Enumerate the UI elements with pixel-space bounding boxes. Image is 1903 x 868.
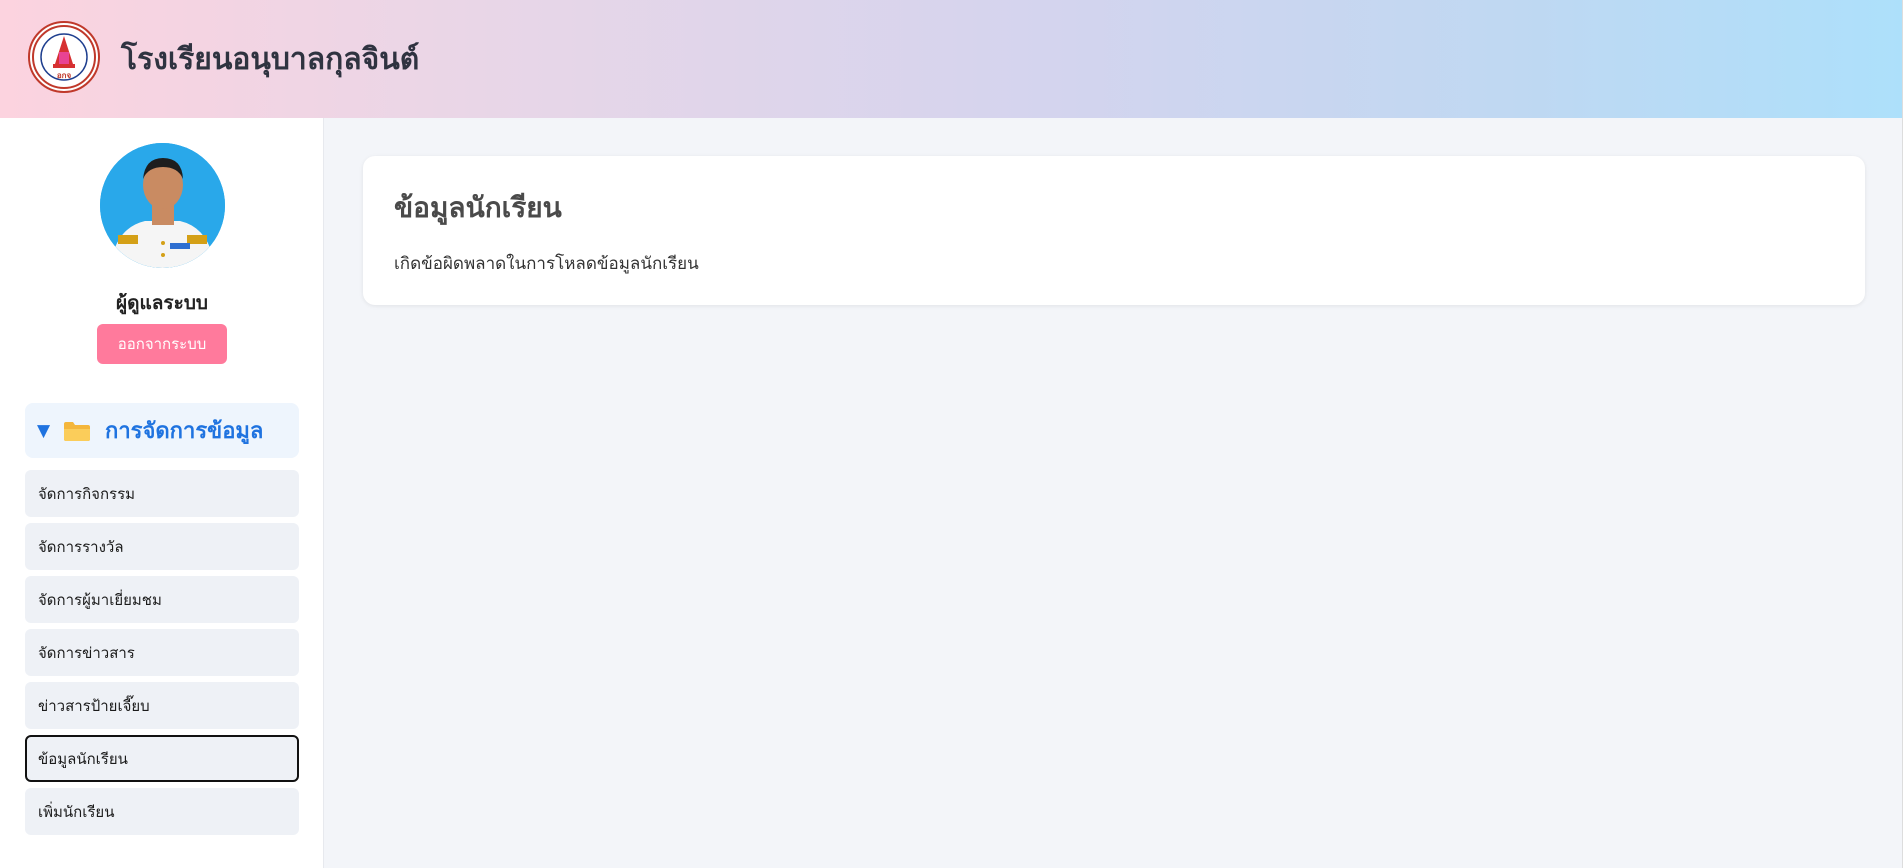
- caret-down-icon: ▼: [37, 420, 51, 441]
- sidebar-item-add-student[interactable]: เพิ่มนักเรียน: [25, 788, 299, 835]
- school-logo[interactable]: อกจ: [28, 21, 100, 93]
- folder-icon: [63, 420, 91, 442]
- page-title: ข้อมูลนักเรียน: [394, 191, 562, 224]
- site-title: โรงเรียนอนุบาลกุลจินต์: [121, 42, 420, 77]
- sidebar-item-manage-awards[interactable]: จัดการรางวัล: [25, 523, 299, 570]
- logout-button[interactable]: ออกจากระบบ: [97, 324, 227, 364]
- top-header: อกจ โรงเรียนอนุบาลกุลจินต์: [0, 0, 1903, 118]
- menu-group-label: การจัดการข้อมูล: [105, 419, 264, 444]
- school-crest-icon: อกจ: [32, 25, 96, 89]
- svg-text:อกจ: อกจ: [57, 71, 72, 80]
- error-message: เกิดข้อผิดพลาดในการโหลดข้อมูลนักเรียน: [394, 254, 699, 274]
- sidebar-item-student-data[interactable]: ข้อมูลนักเรียน: [25, 735, 299, 782]
- profile-name: ผู้ดูแลระบบ: [116, 292, 208, 314]
- sidebar: ผู้ดูแลระบบ ออกจากระบบ ▼ การจัดการข้อมูล…: [0, 118, 324, 868]
- sidebar-item-manage-activities[interactable]: จัดการกิจกรรม: [25, 470, 299, 517]
- menu-group-data-management[interactable]: ▼ การจัดการข้อมูล: [25, 403, 299, 458]
- sidebar-item-manage-news[interactable]: จัดการข่าวสาร: [25, 629, 299, 676]
- sidebar-item-board-news[interactable]: ข่าวสารป้ายเจี๊ยบ: [25, 682, 299, 729]
- avatar: [100, 143, 225, 268]
- student-data-card: ข้อมูลนักเรียน เกิดข้อผิดพลาดในการโหลดข้…: [363, 156, 1865, 305]
- sidebar-item-manage-visitors[interactable]: จัดการผู้มาเยี่ยมชม: [25, 576, 299, 623]
- profile-photo-icon: [100, 143, 225, 268]
